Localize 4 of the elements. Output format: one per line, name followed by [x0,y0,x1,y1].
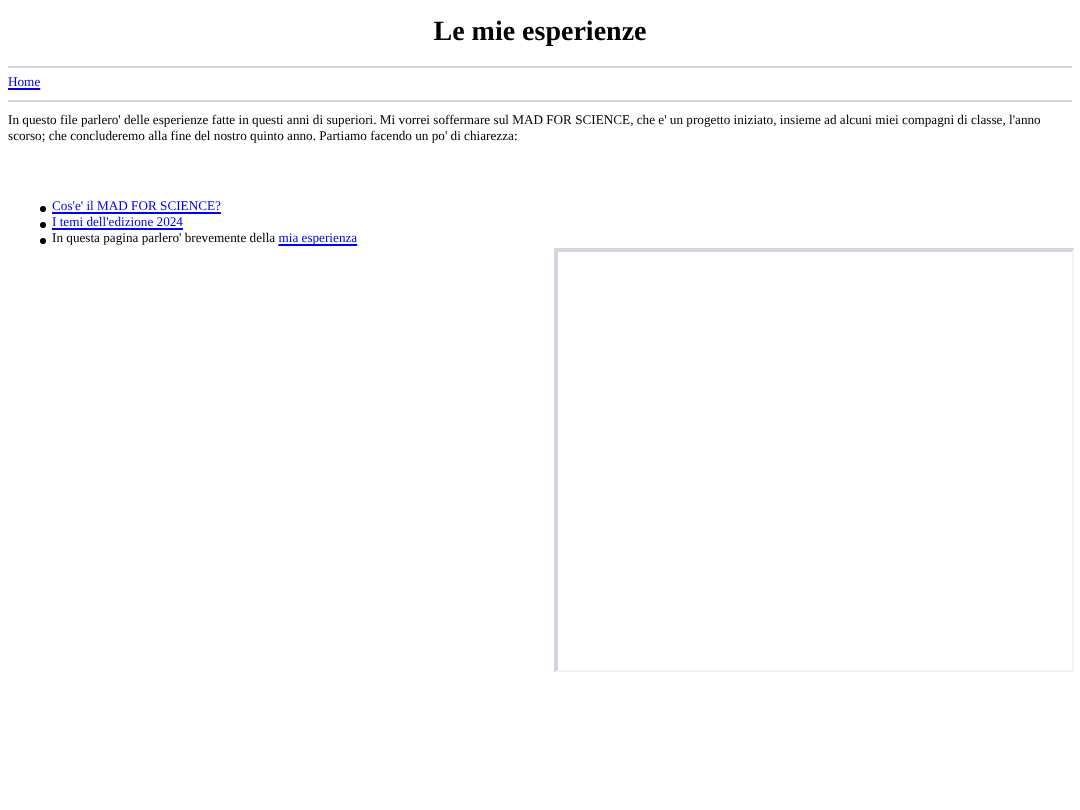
page-title: Le mie esperienze [431,18,649,50]
bullet-icon [40,221,46,227]
bullet-icon [40,237,46,243]
bullet-icon [40,205,46,211]
